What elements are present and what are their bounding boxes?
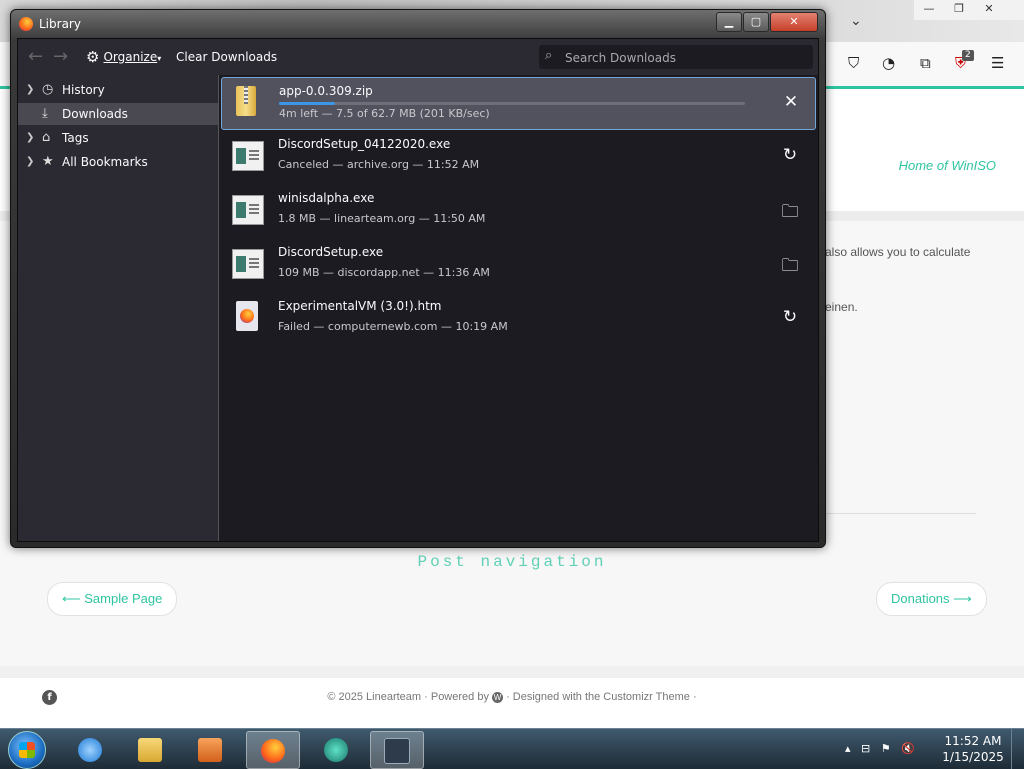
star-icon: ★ (42, 154, 54, 169)
extension-badge: 2 (962, 50, 974, 61)
extensions-icon[interactable]: ⧉ (920, 54, 931, 72)
sidebar-item-downloads[interactable]: ⤓ Downloads (18, 103, 218, 125)
body-text: einen. (825, 300, 858, 314)
wordpress-icon[interactable]: W (492, 691, 504, 703)
site-tagline: Home of WinISO (898, 158, 996, 173)
action-center-flag-icon[interactable]: ⚑ (881, 742, 891, 755)
system-tray: ▴ ⊟ ⚑ 🔇 (845, 742, 915, 755)
media-player-icon[interactable] (184, 731, 236, 767)
exe-file-icon (232, 195, 264, 225)
library-window: Library ▁ ▢ ✕ ← → ⚙ Organize▾ Clear Downl… (10, 9, 826, 548)
winiso-taskbar-icon[interactable] (370, 731, 424, 769)
tab-list-chevron-icon[interactable]: ⌄ (850, 13, 862, 29)
search-input[interactable] (563, 48, 807, 67)
download-item[interactable]: winisdalpha.exe 1.8 MB — linearteam.org … (221, 185, 814, 237)
body-text: also allows you to calculate (825, 245, 971, 259)
htm-file-icon (236, 301, 258, 331)
library-content: ← → ⚙Organize▾ Clear Downloads ⌕ ❯ ◷ His… (17, 38, 819, 542)
dropdown-arrow-icon: ▾ (157, 54, 162, 63)
library-sidebar: ❯ ◷ History ⤓ Downloads ❯ ⌂ Tags ❯ ★ All… (18, 75, 219, 541)
expand-arrow-icon[interactable]: ❯ (26, 127, 34, 149)
download-icon: ⤓ (42, 106, 48, 121)
download-item[interactable]: DiscordSetup_04122020.exe Canceled — arc… (221, 131, 814, 183)
expand-arrow-icon[interactable]: ❯ (26, 79, 34, 101)
back-arrow-icon[interactable]: ← (28, 46, 43, 67)
close-icon[interactable]: ✕ (974, 0, 1004, 18)
internet-explorer-icon[interactable] (64, 731, 116, 767)
retry-icon[interactable]: ↻ (780, 145, 800, 165)
close-button[interactable]: ✕ (770, 12, 818, 32)
site-footer (0, 678, 1024, 728)
expand-arrow-icon[interactable]: ❯ (26, 151, 34, 173)
network-icon[interactable]: ⊟ (861, 742, 870, 755)
taskbar: ▴ ⊟ ⚑ 🔇 11:52 AM 1/15/2025 (0, 728, 1024, 769)
clock[interactable]: 11:52 AM 1/15/2025 (940, 733, 1006, 765)
menu-icon[interactable]: ☰ (991, 54, 1004, 72)
download-item[interactable]: DiscordSetup.exe 109 MB — discordapp.net… (221, 239, 814, 291)
firefox-icon (19, 17, 33, 31)
sidebar-item-all-bookmarks[interactable]: ❯ ★ All Bookmarks (18, 151, 218, 173)
gear-icon: ⚙ (86, 48, 100, 66)
account-icon[interactable]: ◔ (882, 54, 895, 72)
zip-file-icon (236, 86, 256, 116)
folder-icon[interactable]: 🗀 (780, 253, 800, 282)
firefox-taskbar-icon[interactable] (246, 731, 300, 769)
show-desktop-button[interactable] (1011, 729, 1024, 769)
window-title: Library (39, 17, 81, 31)
folder-icon[interactable]: 🗀 (780, 199, 800, 228)
volume-muted-icon[interactable]: 🔇 (901, 742, 915, 755)
show-hidden-icons-icon[interactable]: ▴ (845, 742, 851, 755)
start-button[interactable] (8, 731, 46, 769)
downloads-list: app-0.0.309.zip 4m left — 7.5 of 62.7 MB… (219, 75, 818, 541)
minimize-button[interactable]: ▁ (716, 12, 742, 32)
pocket-icon[interactable]: ⛉ (848, 54, 859, 72)
previous-post-link[interactable]: ⟵ Sample Page (47, 582, 178, 616)
minimize-icon[interactable]: — (914, 0, 944, 18)
footer-credits: © 2025 Linearteam · Powered by W · Desig… (327, 691, 697, 703)
exe-file-icon (232, 141, 264, 171)
organize-button[interactable]: ⚙ Organize▾ (86, 48, 161, 66)
progress-fill (279, 102, 335, 105)
search-box[interactable]: ⌕ (539, 45, 813, 69)
library-toolbar: ← → ⚙ Organize▾ Clear Downloads ⌕ (18, 39, 818, 75)
clear-downloads-button[interactable]: Clear Downloads (176, 50, 277, 64)
content-divider (820, 513, 976, 514)
download-progress-bar (279, 102, 745, 105)
search-icon: ⌕ (545, 48, 553, 63)
retry-icon[interactable]: ↻ (780, 307, 800, 327)
sidebar-item-tags[interactable]: ❯ ⌂ Tags (18, 127, 218, 149)
cancel-icon[interactable]: ✕ (781, 92, 801, 112)
browser-window-controls: — ❐ ✕ (914, 0, 1024, 20)
file-explorer-icon[interactable] (124, 731, 176, 767)
maximize-button[interactable]: ▢ (743, 12, 769, 32)
app-taskbar-icon[interactable] (310, 731, 362, 767)
forward-arrow-icon[interactable]: → (53, 46, 68, 67)
download-item[interactable]: app-0.0.309.zip 4m left — 7.5 of 62.7 MB… (221, 77, 816, 130)
sidebar-item-history[interactable]: ❯ ◷ History (18, 79, 218, 101)
tag-icon: ⌂ (42, 130, 51, 145)
post-navigation-heading: Post navigation (417, 553, 607, 571)
restore-icon[interactable]: ❐ (944, 0, 974, 18)
next-post-link[interactable]: Donations ⟶ (876, 582, 987, 616)
exe-file-icon (232, 249, 264, 279)
clock-icon: ◷ (42, 82, 54, 97)
download-item[interactable]: ExperimentalVM (3.0!).htm Failed — compu… (221, 293, 814, 345)
